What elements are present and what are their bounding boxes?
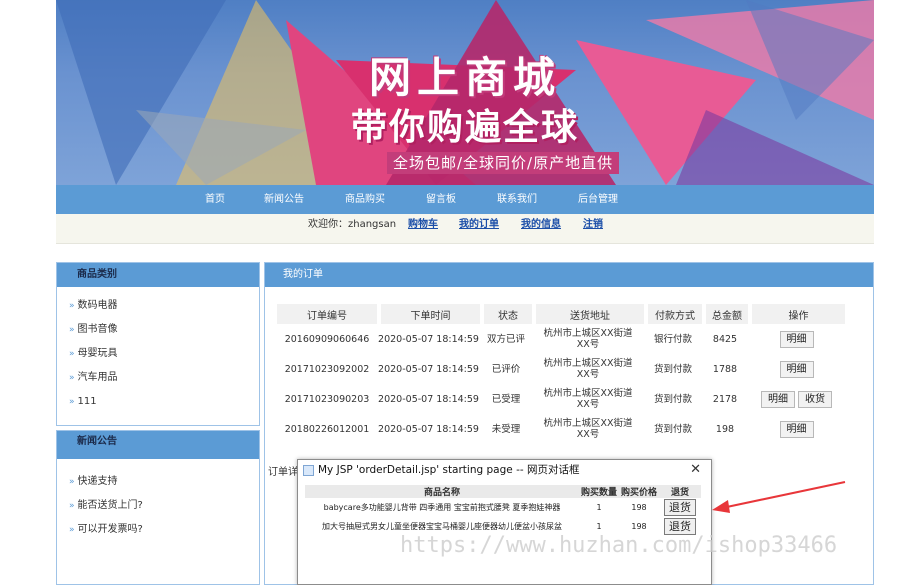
detail-button[interactable]: 明细 <box>779 420 814 438</box>
order-detail-label: 订单详 <box>268 467 298 478</box>
dialog-titlebar: My JSP 'orderDetail.jsp' starting page -… <box>298 460 711 482</box>
news-item[interactable]: » 可以开发票吗? <box>57 521 259 545</box>
order-detail-dialog: My JSP 'orderDetail.jsp' starting page -… <box>297 459 712 585</box>
table-row: 20171023092002 2020-05-07 18:14:59 已评价 杭… <box>277 354 845 384</box>
table-row: 20171023090203 2020-05-07 18:14:59 已受理 杭… <box>277 384 845 414</box>
close-icon[interactable]: ✕ <box>690 460 701 480</box>
link-my-orders[interactable]: 我的订单 <box>459 214 499 236</box>
nav-news[interactable]: 新闻公告 <box>264 185 304 214</box>
detail-button[interactable]: 明细 <box>779 330 814 348</box>
main-nav: 首页 新闻公告 商品购买 留言板 联系我们 后台管理 <box>56 185 874 214</box>
receive-button[interactable]: 收货 <box>798 390 833 408</box>
arrow-icon: » <box>69 501 75 511</box>
arrow-icon: » <box>69 525 75 535</box>
arrow-icon: » <box>69 301 75 311</box>
nav-home[interactable]: 首页 <box>205 185 225 214</box>
table-row: babycare多功能婴儿背带 四季通用 宝宝前抱式腰凳 夏季抱娃神器 1 19… <box>305 498 701 517</box>
table-row: 加大号抽屉式男女儿童坐便器宝宝马桶婴儿座便器幼儿便盆小孩尿盆 1 198 退货 <box>305 517 701 536</box>
category-item[interactable]: » 汽车用品 <box>57 369 259 393</box>
category-panel: 商品类别 » 数码电器 » 图书音像 » 母婴玩具 » 汽车用品 » 111 <box>56 262 260 426</box>
category-item[interactable]: » 母婴玩具 <box>57 345 259 369</box>
category-item[interactable]: » 数码电器 <box>57 297 259 321</box>
banner-subtitle: 带你购遍全球 <box>350 107 579 148</box>
nav-guestbook[interactable]: 留言板 <box>426 185 456 214</box>
category-item[interactable]: » 图书音像 <box>57 321 259 345</box>
return-button[interactable]: 退货 <box>664 499 696 516</box>
nav-contact[interactable]: 联系我们 <box>497 185 537 214</box>
news-panel: 新闻公告 » 快递支持 » 能否送货上门? » 可以开发票吗? <box>56 430 260 585</box>
nav-admin[interactable]: 后台管理 <box>578 185 618 214</box>
category-title: 商品类别 <box>57 263 259 287</box>
table-row: 20160909060646 2020-05-07 18:14:59 双方已评 … <box>277 324 845 354</box>
welcome-greeting: 欢迎你：zhangsan <box>308 219 397 230</box>
arrow-icon: » <box>69 373 75 383</box>
dialog-title: My JSP 'orderDetail.jsp' starting page -… <box>318 464 580 476</box>
window-icon <box>303 465 314 476</box>
orders-title: 我的订单 <box>265 263 873 287</box>
link-cart[interactable]: 购物车 <box>408 214 438 236</box>
table-row: 20180226012001 2020-05-07 18:14:59 未受理 杭… <box>277 414 845 444</box>
return-button[interactable]: 退货 <box>664 518 696 535</box>
detail-header-row: 商品名称 购买数量 购买价格 退货 <box>305 485 701 498</box>
arrow-icon: » <box>69 325 75 335</box>
banner-title: 网上商城 <box>368 53 561 102</box>
news-title: 新闻公告 <box>57 431 259 459</box>
link-logout[interactable]: 注销 <box>583 214 603 236</box>
news-item[interactable]: » 能否送货上门? <box>57 497 259 521</box>
annotation-arrow-icon <box>712 481 846 513</box>
nav-shop[interactable]: 商品购买 <box>345 185 385 214</box>
link-my-info[interactable]: 我的信息 <box>521 214 561 236</box>
category-item[interactable]: » 111 <box>57 393 259 417</box>
orders-header-row: 订单编号 下单时间 状态 送货地址 付款方式 总金额 操作 <box>277 304 845 324</box>
detail-table: 商品名称 购买数量 购买价格 退货 babycare多功能婴儿背带 四季通用 宝… <box>305 485 701 536</box>
banner-tagline: 全场包邮/全球同价/原产地直供 <box>387 152 620 174</box>
news-item[interactable]: » 快递支持 <box>57 473 259 497</box>
welcome-bar: 欢迎你：zhangsan 购物车 我的订单 我的信息 注销 <box>56 214 874 244</box>
detail-button[interactable]: 明细 <box>760 390 795 408</box>
orders-table: 订单编号 下单时间 状态 送货地址 付款方式 总金额 操作 2016090906… <box>277 304 845 444</box>
detail-button[interactable]: 明细 <box>779 360 814 378</box>
arrow-icon: » <box>69 349 75 359</box>
arrow-icon: » <box>69 477 75 487</box>
arrow-icon: » <box>69 397 75 407</box>
banner: 网上商城 带你购遍全球 全场包邮/全球同价/原产地直供 <box>56 0 874 185</box>
